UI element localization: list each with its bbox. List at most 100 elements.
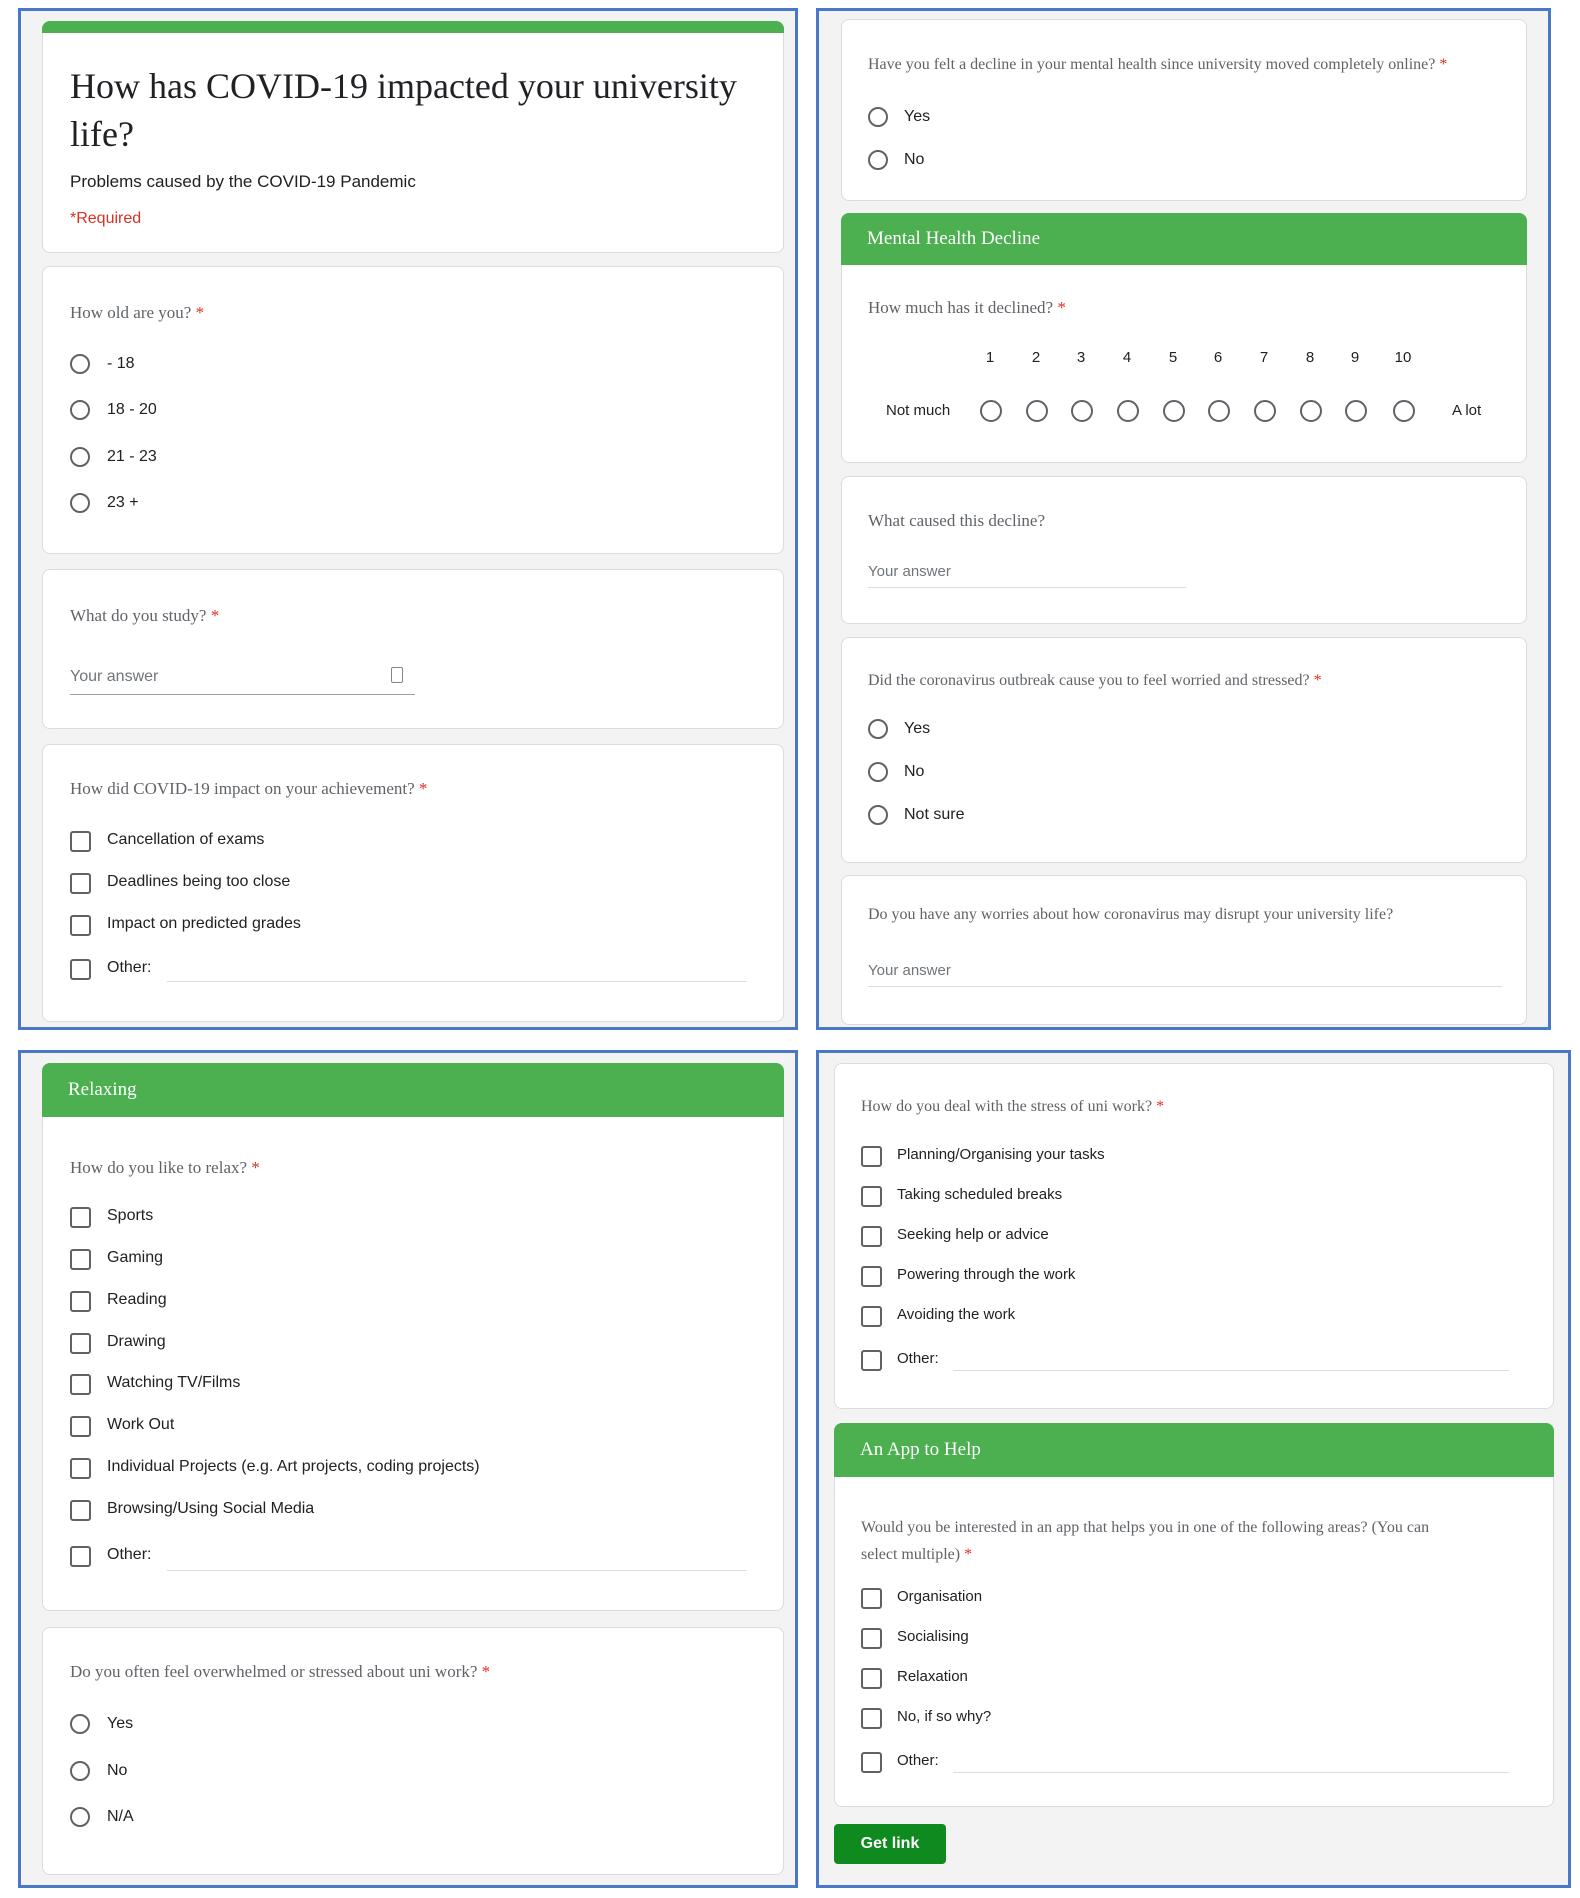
radio-age-under18[interactable] xyxy=(70,354,90,374)
option-label: N/A xyxy=(107,1808,134,1825)
form-description: Problems caused by the COVID-19 Pandemic xyxy=(70,172,416,191)
scale-radio-4[interactable] xyxy=(1117,400,1139,422)
scale-number: 10 xyxy=(1394,349,1412,366)
other-input[interactable] xyxy=(953,1772,1509,1773)
question-card-achievement: How did COVID-19 impact on your achievem… xyxy=(42,744,784,1022)
other-input[interactable] xyxy=(167,981,747,982)
input-underline xyxy=(70,694,415,695)
option-label: Reading xyxy=(107,1291,167,1308)
panel-stress-app: How do you deal with the stress of uni w… xyxy=(816,1050,1571,1888)
checkbox-gaming[interactable] xyxy=(70,1249,91,1270)
option-label: Avoiding the work xyxy=(897,1306,1016,1323)
keyboard-icon[interactable] xyxy=(391,667,403,683)
checkbox-individual-projects[interactable] xyxy=(70,1458,91,1479)
question-label: What do you study? * xyxy=(70,606,220,625)
radio-overwhelmed-na[interactable] xyxy=(70,1807,90,1827)
panel-relaxing: Relaxing How do you like to relax? * Spo… xyxy=(18,1050,798,1888)
section-card-relax: Relaxing How do you like to relax? * Spo… xyxy=(42,1063,784,1611)
scale-number: 6 xyxy=(1213,349,1223,366)
radio-worried-yes[interactable] xyxy=(868,719,888,739)
question-label: How old are you? * xyxy=(70,303,205,322)
option-label: - 18 xyxy=(107,355,135,372)
option-label: Gaming xyxy=(107,1249,164,1266)
scale-radio-3[interactable] xyxy=(1071,400,1093,422)
option-label: Seeking help or advice xyxy=(897,1226,1049,1243)
panel-form-intro: How has COVID-19 impacted your universit… xyxy=(18,8,798,1030)
scale-high-label: A lot xyxy=(1452,402,1482,419)
question-card-overwhelmed: Do you often feel overwhelmed or stresse… xyxy=(42,1627,784,1875)
checkbox-organisation[interactable] xyxy=(861,1588,882,1609)
checkbox-other[interactable] xyxy=(70,959,91,980)
worries-input[interactable]: Your answer xyxy=(868,962,951,979)
option-label: Taking scheduled breaks xyxy=(897,1186,1063,1203)
question-label: Do you have any worries about how corona… xyxy=(868,906,1394,923)
checkbox-no[interactable] xyxy=(861,1708,882,1729)
checkbox-relaxation[interactable] xyxy=(861,1668,882,1689)
checkbox-socialising[interactable] xyxy=(861,1628,882,1649)
radio-worried-not-sure[interactable] xyxy=(868,805,888,825)
scale-radio-10[interactable] xyxy=(1393,400,1415,422)
scale-number: 2 xyxy=(1031,349,1041,366)
option-label: Organisation xyxy=(897,1588,983,1605)
question-label: Have you felt a decline in your mental h… xyxy=(868,56,1448,73)
option-label: No xyxy=(904,763,925,780)
radio-worried-no[interactable] xyxy=(868,762,888,782)
option-label: Work Out xyxy=(107,1416,175,1433)
scale-radio-7[interactable] xyxy=(1254,400,1276,422)
option-label: Individual Projects (e.g. Art projects, … xyxy=(107,1458,480,1475)
radio-overwhelmed-no[interactable] xyxy=(70,1761,90,1781)
scale-radio-2[interactable] xyxy=(1026,400,1048,422)
study-input[interactable]: Your answer xyxy=(70,668,158,686)
question-card-worried: Did the coronavirus outbreak cause you t… xyxy=(841,637,1527,863)
input-underline xyxy=(868,587,1186,588)
radio-age-23-plus[interactable] xyxy=(70,493,90,513)
checkbox-powering-through[interactable] xyxy=(861,1266,882,1287)
checkbox-planning[interactable] xyxy=(861,1146,882,1167)
question-card-worries: Do you have any worries about how corona… xyxy=(841,875,1527,1025)
option-label: Sports xyxy=(107,1207,154,1224)
option-label: No xyxy=(904,151,925,168)
scale-radio-1[interactable] xyxy=(980,400,1002,422)
radio-decline-no[interactable] xyxy=(868,150,888,170)
checkbox-seeking-help[interactable] xyxy=(861,1226,882,1247)
form-header-card: How has COVID-19 impacted your universit… xyxy=(42,21,784,253)
other-input[interactable] xyxy=(167,1570,747,1571)
option-label: Yes xyxy=(107,1715,134,1732)
checkbox-work-out[interactable] xyxy=(70,1416,91,1437)
page-title: How has COVID-19 impacted your universit… xyxy=(70,66,737,154)
question-label: How do you deal with the stress of uni w… xyxy=(861,1098,1165,1115)
option-label: Yes xyxy=(904,108,931,125)
radio-age-21-23[interactable] xyxy=(70,447,90,467)
checkbox-reading[interactable] xyxy=(70,1291,91,1312)
checkbox-other[interactable] xyxy=(70,1546,91,1567)
checkbox-avoiding[interactable] xyxy=(861,1306,882,1327)
checkbox-cancellation[interactable] xyxy=(70,831,91,852)
checkbox-predicted-grades[interactable] xyxy=(70,915,91,936)
radio-decline-yes[interactable] xyxy=(868,107,888,127)
question-card-age: How old are you? * - 18 18 - 20 21 - 23 … xyxy=(42,266,784,554)
radio-overwhelmed-yes[interactable] xyxy=(70,1714,90,1734)
option-label: Other: xyxy=(107,1546,152,1563)
checkbox-other[interactable] xyxy=(861,1350,882,1371)
section-header: An App to Help xyxy=(834,1423,1554,1477)
cause-input[interactable]: Your answer xyxy=(868,563,951,580)
checkbox-sports[interactable] xyxy=(70,1207,91,1228)
scale-radio-5[interactable] xyxy=(1163,400,1185,422)
radio-age-18-20[interactable] xyxy=(70,400,90,420)
checkbox-deadlines[interactable] xyxy=(70,873,91,894)
option-label: Powering through the work xyxy=(897,1266,1076,1283)
scale-radio-8[interactable] xyxy=(1300,400,1322,422)
checkbox-drawing[interactable] xyxy=(70,1333,91,1354)
checkbox-tv-films[interactable] xyxy=(70,1374,91,1395)
other-input[interactable] xyxy=(953,1370,1509,1371)
option-label: Other: xyxy=(107,959,152,976)
scale-radio-9[interactable] xyxy=(1345,400,1367,422)
option-label: 18 - 20 xyxy=(107,401,157,418)
scale-radio-6[interactable] xyxy=(1208,400,1230,422)
checkbox-social-media[interactable] xyxy=(70,1500,91,1521)
checkbox-other[interactable] xyxy=(861,1752,882,1773)
get-link-button[interactable]: Get link xyxy=(834,1824,946,1864)
section-header: Mental Health Decline xyxy=(841,213,1527,265)
scale-number: 1 xyxy=(985,349,995,366)
checkbox-breaks[interactable] xyxy=(861,1186,882,1207)
